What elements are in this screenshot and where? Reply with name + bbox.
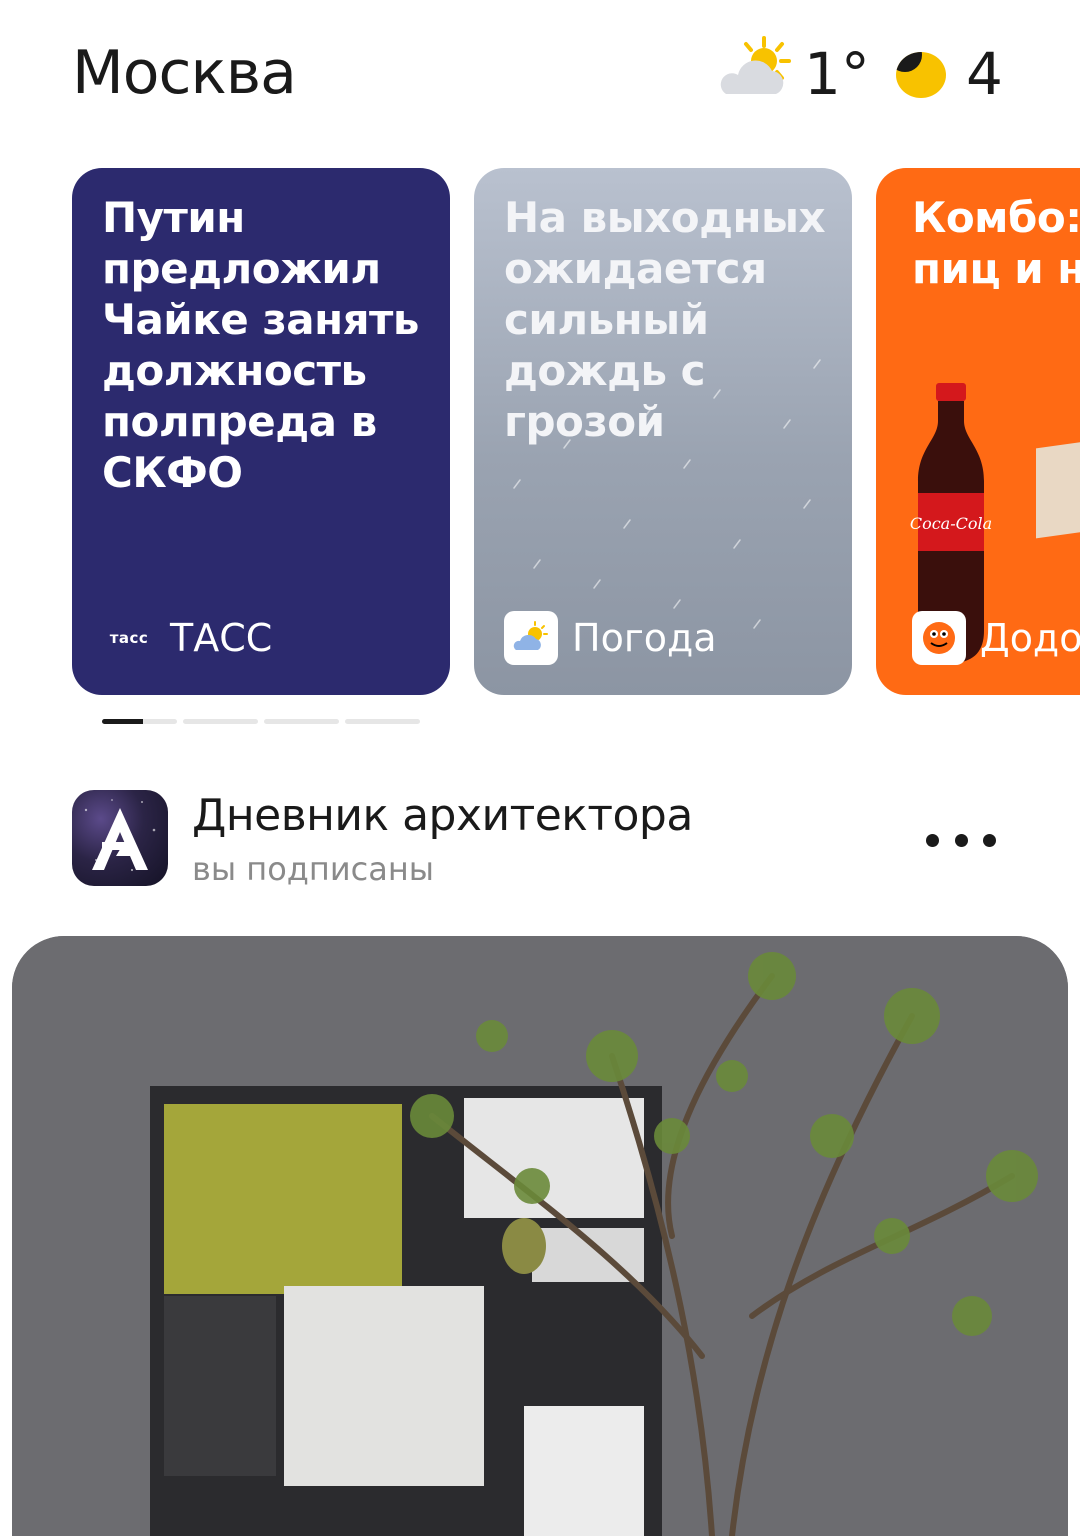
story-card-dodo[interactable]: Комбо: две пиц и напит Coca-Cola Додо	[876, 168, 1080, 695]
story-source-name: ТАСС	[170, 616, 273, 660]
story-source-name: Погода	[572, 616, 717, 660]
more-options-icon[interactable]	[926, 818, 996, 862]
story-card-tass[interactable]: Путин предложил Чайке занять должность п…	[72, 168, 450, 695]
story-source-name: Додо	[980, 616, 1080, 660]
subscription-status: вы подписаны	[192, 850, 435, 888]
partly-cloudy-icon[interactable]	[712, 34, 798, 114]
story-source: тасс ТАСС	[102, 611, 273, 665]
tass-logo-icon: тасс	[109, 629, 149, 647]
stories-carousel[interactable]: Путин предложил Чайке занять должность п…	[0, 168, 1080, 698]
traffic-score-icon[interactable]	[896, 52, 946, 98]
top-bar: Москва 1° 4	[0, 0, 1080, 150]
city-name[interactable]: Москва	[72, 38, 297, 108]
progress-segment	[264, 719, 339, 724]
weather-app-icon	[504, 611, 558, 665]
progress-segment	[183, 719, 258, 724]
story-title: На выходных ожидается сильный дождь с гр…	[504, 193, 826, 446]
progress-segment	[102, 719, 177, 724]
story-card-weather[interactable]: На выходных ожидается сильный дождь с гр…	[474, 168, 852, 695]
story-title: Путин предложил Чайке занять должность п…	[102, 193, 419, 497]
progress-segment	[345, 719, 420, 724]
temperature[interactable]: 1°	[804, 40, 870, 108]
story-source: Додо	[912, 611, 1080, 665]
traffic-score[interactable]: 4	[966, 40, 1003, 108]
story-source: Погода	[504, 611, 717, 665]
pizza-box-image	[1036, 431, 1080, 539]
story-title: Комбо: две пиц и напит	[912, 193, 1080, 293]
dodo-logo-icon	[912, 611, 966, 665]
svg-text:Coca-Cola: Coca-Cola	[910, 514, 992, 533]
channel-header: Дневник архитектора вы подписаны	[0, 790, 1080, 900]
stories-progress	[102, 719, 420, 724]
channel-avatar[interactable]	[72, 790, 168, 886]
article-cover-image[interactable]	[12, 936, 1068, 1536]
channel-name[interactable]: Дневник архитектора	[192, 790, 693, 841]
